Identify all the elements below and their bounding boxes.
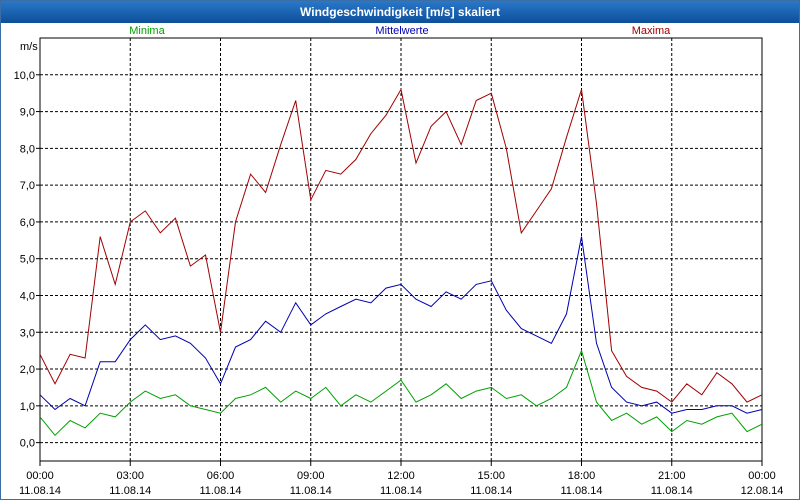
- x-tick-time: 06:00: [207, 470, 235, 482]
- x-tick-date: 11.08.14: [560, 485, 602, 497]
- x-axis: 00:00 11.08.14 03:00 11.08.14 06:00 11.08.14 0…: [19, 461, 783, 497]
- y-tick-label: 8,0: [20, 143, 35, 155]
- y-tick-label: 10,0: [14, 70, 35, 82]
- y-tick-label: 4,0: [20, 290, 35, 302]
- y-tick-label: 5,0: [20, 254, 35, 266]
- x-tick-date: 12.08.14: [741, 485, 784, 497]
- y-axis-label: m/s: [20, 41, 38, 53]
- y-tick-label: 7,0: [20, 180, 35, 192]
- grid: [40, 38, 762, 461]
- x-tick-time: 00:00: [748, 470, 776, 482]
- x-tick-time: 21:00: [658, 470, 686, 482]
- y-tick-label: 9,0: [20, 107, 35, 119]
- legend-entry: Maxima: [632, 25, 671, 37]
- x-tick-time: 18:00: [568, 470, 596, 482]
- x-tick-time: 03:00: [116, 470, 144, 482]
- x-tick-date: 11.08.14: [470, 485, 512, 497]
- y-tick-label: 6,0: [20, 217, 35, 229]
- y-tick-label: 0,0: [20, 438, 35, 450]
- legend-entry: Mittelwerte: [375, 25, 428, 37]
- y-tick-label: 2,0: [20, 364, 35, 376]
- x-tick-time: 15:00: [477, 470, 505, 482]
- y-tick-label: 1,0: [20, 401, 35, 413]
- legend-entry: Minima: [129, 25, 165, 37]
- x-tick-time: 09:00: [297, 470, 325, 482]
- x-tick-date: 11.08.14: [651, 485, 693, 497]
- legend: Minima Mittelwerte Maxima: [129, 25, 671, 37]
- x-tick-date: 11.08.14: [199, 485, 241, 497]
- y-axis: 0,0 1,0 2,0 3,0 4,0 5,0 6,0 7,0 8,0 9,0 10,0: [14, 70, 40, 450]
- chart-area: 0,0 1,0 2,0 3,0 4,0 5,0 6,0 7,0 8,0 9,0 10,0 00:00…: [14, 25, 784, 497]
- x-tick-date: 11.08.14: [19, 485, 61, 497]
- y-tick-label: 3,0: [20, 327, 35, 339]
- x-tick-time: 12:00: [387, 470, 415, 482]
- x-tick-date: 11.08.14: [109, 485, 151, 497]
- x-tick-time: 00:00: [26, 470, 54, 482]
- x-tick-date: 11.08.14: [290, 485, 332, 497]
- x-tick-date: 11.08.14: [380, 485, 422, 497]
